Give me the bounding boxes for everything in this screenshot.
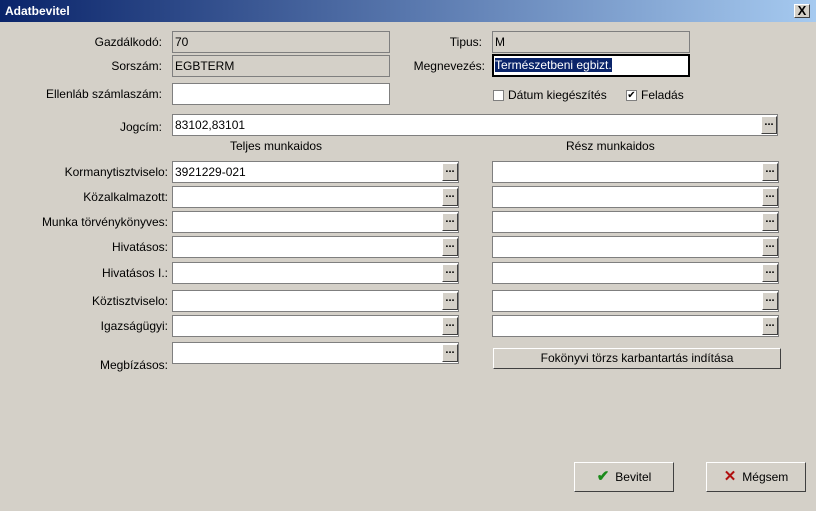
resz-input[interactable] [492,186,779,208]
teljes-lookup-button[interactable]: ... [442,213,458,231]
megsem-button[interactable]: ✕ Mégsem [706,462,806,492]
row-label: Munka törvénykönyves: [41,215,168,229]
resz-input[interactable] [492,236,779,258]
title-bar: Adatbevitel X [0,0,816,22]
row-label: Igazságügyi: [100,319,168,333]
tipus-label: Tipus: [449,35,482,49]
sorszam-label: Sorszám: [111,59,162,73]
row-label: Köztisztviselo: [91,294,168,308]
resz-lookup-button[interactable]: ... [762,163,778,181]
teljes-lookup-button[interactable]: ... [442,163,458,181]
ellenlab-label: Ellenláb számlaszám: [45,87,162,101]
teljes-header: Teljes munkaidos [230,139,323,153]
megnevezes-input[interactable]: Természetbeni egbizt. [492,54,690,77]
megbizasos-lookup-button[interactable]: ... [442,344,458,362]
x-icon: ✕ [723,468,737,485]
datum-checkbox[interactable] [493,90,504,101]
row-label: Kormanytisztviselo: [64,165,168,179]
checkmark-icon: ✔ [627,90,636,101]
resz-lookup-button[interactable]: ... [762,188,778,206]
feladas-checkbox[interactable]: ✔ [626,90,637,101]
jogcim-input[interactable]: 83102,83101 [172,114,778,136]
teljes-input[interactable]: 3921229-021 [172,161,459,183]
teljes-lookup-button[interactable]: ... [442,292,458,310]
row-label: Közalkalmazott: [83,190,168,204]
fokonyvi-button[interactable]: Fokönyvi törzs karbantartás indítása [493,348,781,369]
resz-lookup-button[interactable]: ... [762,292,778,310]
resz-input[interactable] [492,315,779,337]
jogcim-lookup-button[interactable]: ... [761,116,777,134]
megnevezes-label: Megnevezés: [413,59,485,73]
datum-label: Dátum kiegészítés [508,88,607,102]
resz-lookup-button[interactable]: ... [762,317,778,335]
close-icon: X [797,3,807,18]
feladas-label: Feladás [641,88,684,102]
sorszam-field: EGBTERM [172,55,390,77]
bevitel-button[interactable]: ✔ Bevitel [574,462,674,492]
megbizasos-label: Megbízásos: [99,358,168,372]
check-icon: ✔ [596,468,610,485]
resz-input[interactable] [492,211,779,233]
tipus-field: M [492,31,690,53]
resz-input[interactable] [492,161,779,183]
close-button[interactable]: X [794,4,810,18]
dialog-window: Adatbevitel X Gazdálkodó: 70 Sorszám: EG… [0,0,816,511]
teljes-input[interactable] [172,236,459,258]
teljes-input[interactable] [172,186,459,208]
teljes-input[interactable] [172,262,459,284]
resz-lookup-button[interactable]: ... [762,264,778,282]
resz-header: Rész munkaidos [566,139,655,153]
teljes-input[interactable] [172,211,459,233]
resz-input[interactable] [492,290,779,312]
row-label: Hivatásos: [111,240,168,254]
gazdalkodo-field: 70 [172,31,390,53]
teljes-input[interactable] [172,315,459,337]
jogcim-label: Jogcím: [119,120,162,134]
resz-input[interactable] [492,262,779,284]
window-title: Adatbevitel [5,4,70,18]
teljes-lookup-button[interactable]: ... [442,264,458,282]
teljes-lookup-button[interactable]: ... [442,188,458,206]
teljes-lookup-button[interactable]: ... [442,238,458,256]
resz-lookup-button[interactable]: ... [762,238,778,256]
teljes-input[interactable] [172,290,459,312]
gazdalkodo-label: Gazdálkodó: [94,35,162,49]
resz-lookup-button[interactable]: ... [762,213,778,231]
teljes-lookup-button[interactable]: ... [442,317,458,335]
ellenlab-input[interactable] [172,83,390,105]
row-label: Hivatásos I.: [101,266,168,280]
megbizasos-input[interactable] [172,342,459,364]
